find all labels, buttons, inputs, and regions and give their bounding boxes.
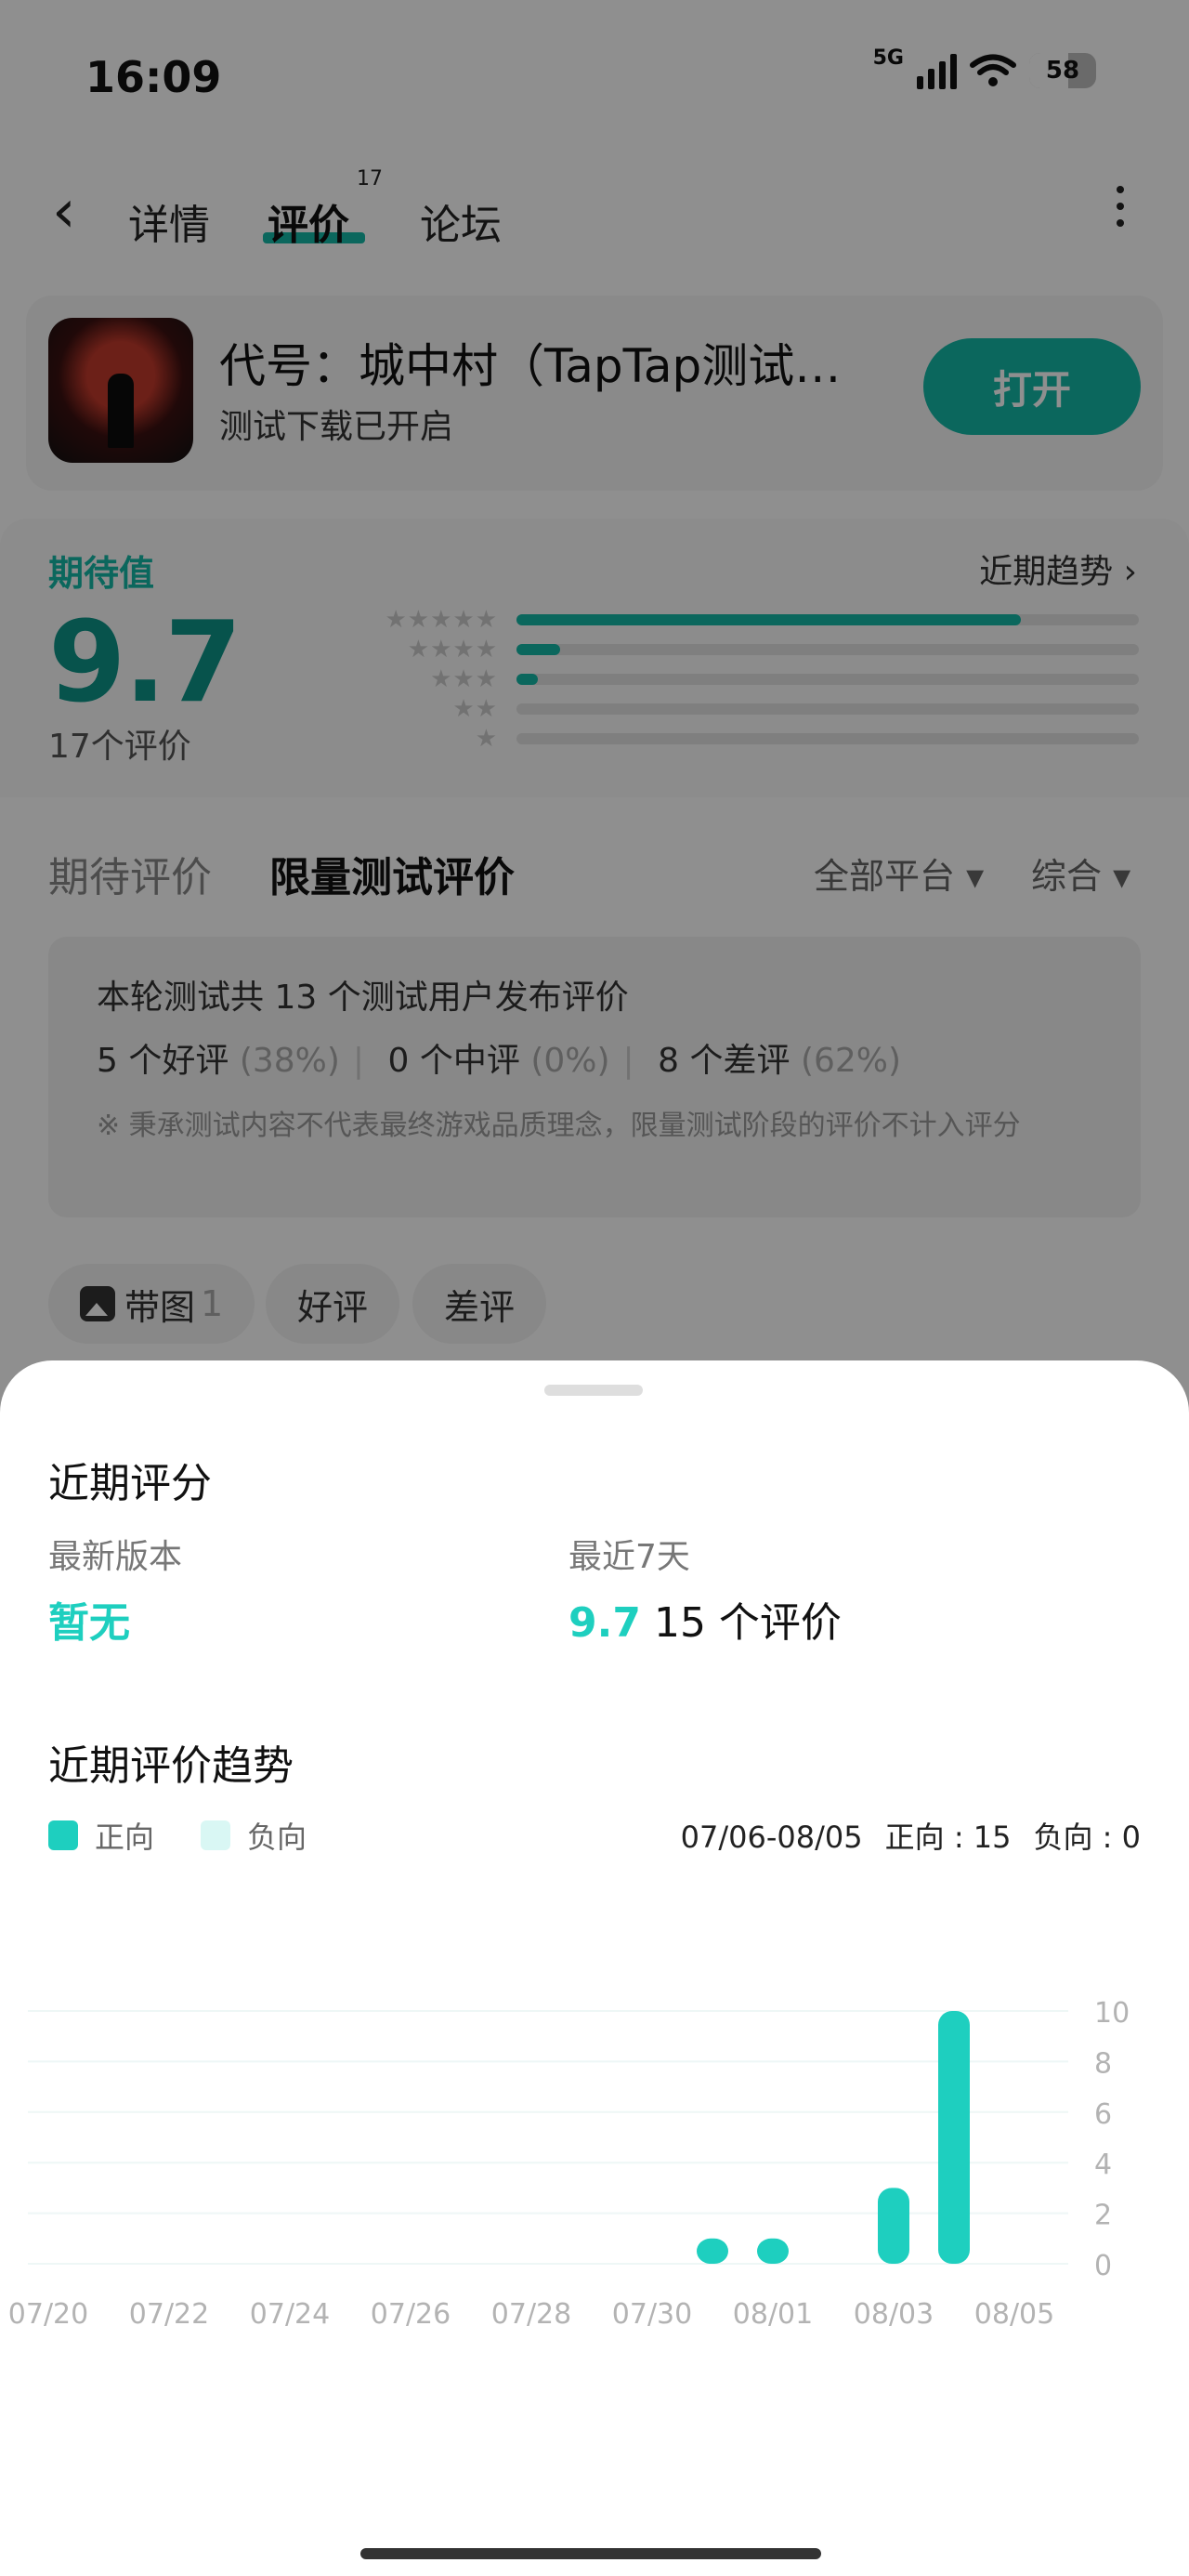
x-tick-label: 08/05 [974, 2298, 1054, 2331]
x-tick-label: 07/24 [250, 2298, 330, 2331]
recent-count: 15 个评价 [653, 1599, 842, 1647]
y-tick-label: 4 [1094, 2149, 1112, 2181]
legend-label-negative: 负向 [247, 1820, 307, 1855]
x-tick-label: 07/20 [8, 2298, 88, 2331]
recent-7days-label: 最近7天 [568, 1538, 690, 1576]
x-tick-label: 07/22 [129, 2298, 209, 2331]
latest-version-label: 最新版本 [48, 1538, 183, 1576]
legend-swatch-positive [48, 1820, 78, 1850]
positive-total: 正向 : 15 [884, 1820, 1012, 1855]
x-tick-label: 07/30 [612, 2298, 692, 2331]
bar [878, 2188, 909, 2264]
legend-swatch-negative [201, 1820, 230, 1850]
trend-chart: 0 2 4 6 8 10 07/20 07/22 07/24 07/26 07/28 07/30 08/… [8, 1997, 1130, 2331]
x-tick-label: 07/28 [491, 2298, 571, 2331]
bar [697, 2238, 728, 2264]
sheet-drag-handle[interactable] [544, 1385, 643, 1396]
sheet-title: 近期评分 [48, 1460, 212, 1507]
legend-negative: 负向 [201, 1814, 307, 1857]
y-tick-label: 8 [1094, 2047, 1112, 2080]
y-tick-label: 2 [1094, 2200, 1112, 2232]
bar [757, 2238, 789, 2264]
negative-total: 负向 : 0 [1033, 1820, 1142, 1855]
x-tick-label: 08/03 [854, 2298, 934, 2331]
recent-score: 9.7 15 个评价 [568, 1589, 842, 1649]
x-tick-label: 08/01 [733, 2298, 813, 2331]
trend-title: 近期评价趋势 [48, 1742, 294, 1790]
trend-range: 07/06-08/05 正向 : 15 负向 : 0 [681, 1814, 1141, 1857]
legend-positive: 正向 [48, 1814, 154, 1857]
home-indicator[interactable] [360, 2548, 821, 2559]
legend-label-positive: 正向 [95, 1820, 155, 1855]
y-tick-label: 10 [1094, 1997, 1130, 2030]
x-tick-label: 07/26 [371, 2298, 451, 2331]
y-tick-label: 6 [1094, 2098, 1112, 2131]
range-dates: 07/06-08/05 [680, 1820, 863, 1855]
recent-score-value: 9.7 [568, 1599, 641, 1647]
recent-rating-sheet: 近期评分 最新版本 最近7天 暂无 9.7 15 个评价 近期评价趋势 正向 负向… [0, 1360, 1189, 2576]
bar [938, 2011, 970, 2264]
y-tick-label: 0 [1094, 2250, 1112, 2282]
latest-version-value: 暂无 [48, 1599, 130, 1647]
